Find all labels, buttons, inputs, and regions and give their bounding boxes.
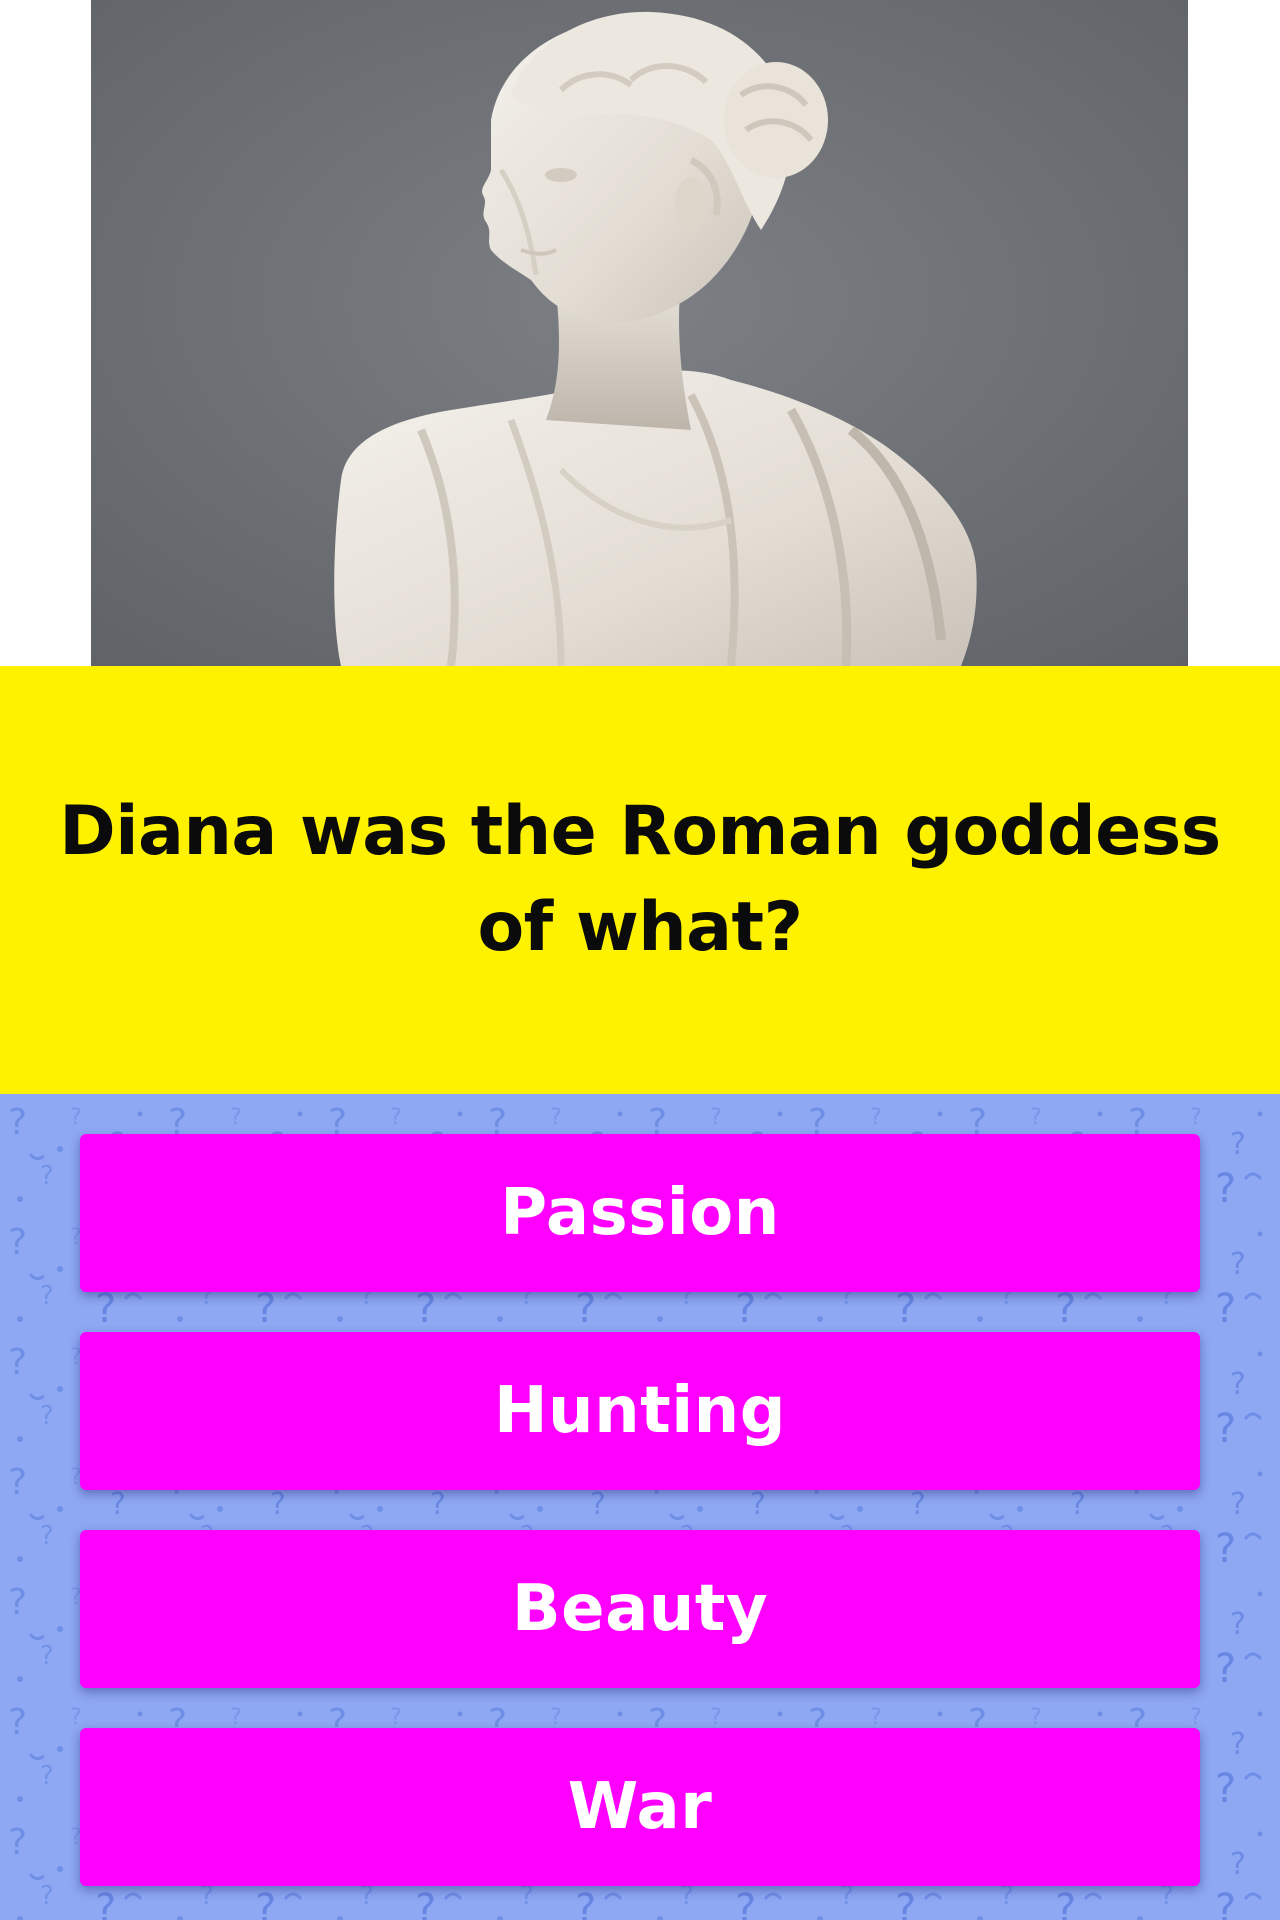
quiz-page: Diana was the Roman goddess of what? ? ?… bbox=[0, 0, 1280, 1920]
question-band: Diana was the Roman goddess of what? bbox=[0, 666, 1280, 1094]
answer-list: Passion Hunting Beauty War bbox=[80, 1134, 1200, 1920]
answer-button-beauty[interactable]: Beauty bbox=[80, 1530, 1200, 1688]
image-area bbox=[0, 0, 1280, 666]
answer-button-war[interactable]: War bbox=[80, 1728, 1200, 1886]
answers-area: ? ? ? ? ? Passion Hunting bbox=[0, 1094, 1280, 1920]
answer-button-hunting[interactable]: Hunting bbox=[80, 1332, 1200, 1490]
answer-label: Hunting bbox=[493, 1374, 787, 1448]
answer-button-passion[interactable]: Passion bbox=[80, 1134, 1200, 1292]
question-image bbox=[91, 0, 1188, 666]
answer-label: Passion bbox=[500, 1176, 780, 1250]
question-text: Diana was the Roman goddess of what? bbox=[59, 792, 1221, 967]
answer-label: War bbox=[567, 1770, 713, 1844]
answer-label: Beauty bbox=[511, 1572, 769, 1646]
marble-bust-image bbox=[91, 0, 1188, 666]
